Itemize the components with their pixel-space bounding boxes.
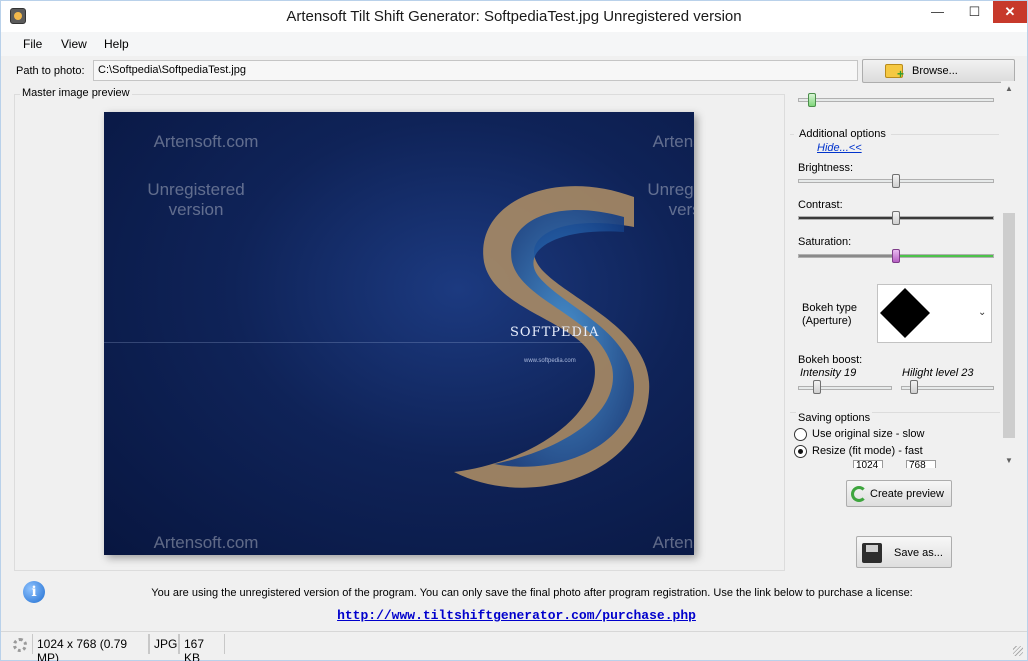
contrast-slider-thumb[interactable] xyxy=(892,211,900,225)
additional-options-border-right xyxy=(891,134,999,135)
window-title: Artensoft Tilt Shift Generator: Softpedi… xyxy=(286,8,742,25)
status-format: JPG xyxy=(149,634,179,654)
saturation-slider-thumb[interactable] xyxy=(892,249,900,263)
create-preview-button[interactable]: Create preview xyxy=(846,480,952,507)
purchase-link[interactable]: http://www.tiltshiftgenerator.com/purcha… xyxy=(1,608,1028,623)
preview-group-label: Master image preview xyxy=(20,87,132,99)
intensity-slider-thumb[interactable] xyxy=(813,380,821,394)
intensity-label: Intensity 19 xyxy=(800,367,857,379)
defocus-slider-thumb[interactable] xyxy=(808,93,816,107)
browse-button[interactable]: Browse... xyxy=(862,59,1015,83)
options-scrollbar[interactable]: ▲ ▼ xyxy=(1001,81,1017,469)
hide-options-link[interactable]: Hide...<< xyxy=(817,142,862,154)
menu-bar: File View Help xyxy=(1,32,1027,56)
loading-spinner-icon xyxy=(13,638,27,652)
path-field[interactable]: C:\Softpedia\SoftpediaTest.jpg xyxy=(93,60,858,81)
scroll-down-icon[interactable]: ▼ xyxy=(1001,453,1017,469)
hilight-level-label: Hilight level 23 xyxy=(902,367,974,379)
additional-options-label: Additional options xyxy=(799,128,886,140)
bokeh-boost-label: Bokeh boost: xyxy=(798,354,863,366)
menu-view[interactable]: View xyxy=(61,37,87,51)
watermark-top-right: Artensoft.com xyxy=(652,132,694,151)
use-original-size-radio[interactable] xyxy=(794,428,807,441)
watermark-top-left: Artensoft.com xyxy=(153,132,259,151)
create-preview-label: Create preview xyxy=(870,488,944,500)
defocus-slider-track[interactable] xyxy=(798,98,994,102)
maximize-button[interactable]: ☐ xyxy=(956,1,993,23)
status-dimensions: 1024 x 768 (0.79 MP) xyxy=(32,634,149,661)
resize-grip-icon[interactable] xyxy=(1013,646,1023,656)
use-original-size-label[interactable]: Use original size - slow xyxy=(812,428,924,440)
chevron-down-icon[interactable]: ⌄ xyxy=(978,307,986,318)
additional-options-border xyxy=(790,134,794,135)
menu-help[interactable]: Help xyxy=(104,37,129,51)
folder-add-icon xyxy=(885,64,904,81)
watermark-bottom-right: Artensoft.com xyxy=(652,533,694,552)
hilight-slider-thumb[interactable] xyxy=(910,380,918,394)
master-image-preview[interactable]: SOFTPEDIA www.softpedia.com Artensoft.co… xyxy=(104,112,694,555)
bokeh-type-label: Bokeh type (Aperture) xyxy=(802,302,858,327)
menu-file[interactable]: File xyxy=(23,37,42,51)
unregistered-message: You are using the unregistered version o… xyxy=(151,587,913,599)
photo-logo-text: SOFTPEDIA xyxy=(510,325,600,340)
scroll-up-icon[interactable]: ▲ xyxy=(1001,81,1017,97)
brightness-slider-thumb[interactable] xyxy=(892,174,900,188)
photo-url-text: www.softpedia.com xyxy=(524,358,576,364)
watermark-mid-left: Unregistered version xyxy=(147,180,245,219)
minimize-button[interactable]: — xyxy=(919,1,956,23)
save-as-button[interactable]: Save as... xyxy=(856,536,952,568)
status-file-size: 167 KB xyxy=(179,634,225,661)
resize-fit-label[interactable]: Resize (fit mode) - fast xyxy=(812,445,923,457)
resize-fit-radio[interactable] xyxy=(794,445,807,458)
floppy-disk-icon xyxy=(862,543,882,563)
watermark-bottom-left: Artensoft.com xyxy=(153,533,259,552)
contrast-label: Contrast: xyxy=(798,199,843,211)
bokeh-aperture-icon xyxy=(880,288,930,338)
save-as-label: Save as... xyxy=(894,547,943,559)
browse-button-label: Browse... xyxy=(912,65,958,77)
saving-options-label: Saving options xyxy=(796,412,873,424)
status-bar: 1024 x 768 (0.79 MP) JPG 167 KB xyxy=(1,631,1027,661)
refresh-icon xyxy=(851,486,867,502)
watermark-mid-right: Unregistered version xyxy=(647,180,694,219)
saturation-label: Saturation: xyxy=(798,236,852,248)
options-panel-clip xyxy=(788,468,1002,474)
path-label: Path to photo: xyxy=(16,65,85,77)
title-bar: Artensoft Tilt Shift Generator: Softpedi… xyxy=(1,1,1027,32)
scrollbar-thumb[interactable] xyxy=(1003,213,1015,438)
brightness-label: Brightness: xyxy=(798,162,854,174)
close-button[interactable]: ✕ xyxy=(993,1,1027,23)
app-window: Artensoft Tilt Shift Generator: Softpedi… xyxy=(0,0,1028,661)
